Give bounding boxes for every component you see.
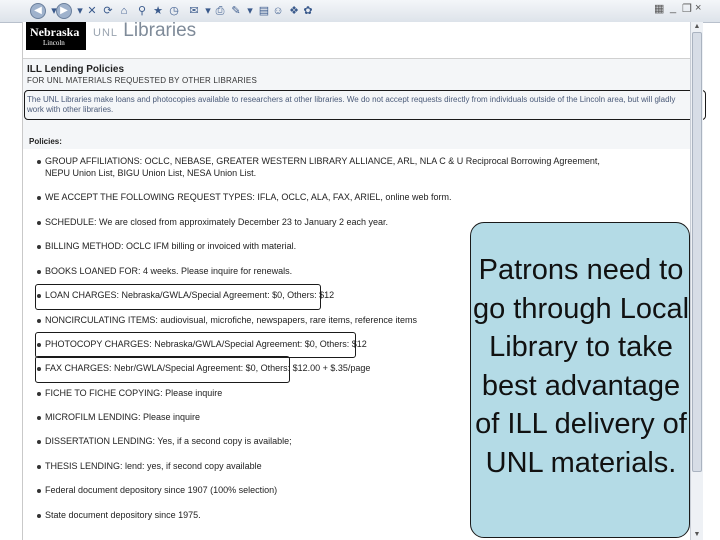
history-icon[interactable]: ◷ (166, 3, 182, 19)
bullet-icon (37, 513, 41, 518)
list-item: MICROFILM LENDING: Please inquire (37, 412, 200, 423)
libraries-label: Libraries (123, 20, 197, 41)
page-title: ILL Lending Policies (27, 64, 125, 75)
bullet-icon (37, 318, 41, 323)
scroll-up-icon[interactable]: ▲ (691, 22, 703, 32)
unl-label: UNL (93, 27, 119, 39)
list-item: NEPU Union List, BIGU Union List, NESA U… (45, 168, 256, 179)
list-item-text: MICROFILM LENDING: Please inquire (45, 412, 201, 422)
bullet-icon (37, 244, 41, 249)
intro-highlight-box (24, 90, 706, 120)
bullet-icon (37, 415, 41, 420)
list-item: BOOKS LOANED FOR: 4 weeks. Please inquir… (37, 266, 292, 277)
bullet-icon (37, 439, 41, 444)
search-icon[interactable]: ⚲ (134, 3, 150, 19)
loan-charges-highlight-box (35, 284, 321, 310)
restore-button[interactable]: ❐ (682, 2, 692, 15)
scrollbar-thumb[interactable] (692, 32, 702, 472)
list-item-text: WE ACCEPT THE FOLLOWING REQUEST TYPES: I… (45, 192, 452, 202)
page-subtitle: FOR UNL MATERIALS REQUESTED BY OTHER LIB… (27, 76, 257, 85)
list-item-text: GROUP AFFILIATIONS: OCLC, NEBASE, GREATE… (45, 156, 600, 166)
callout-text: Patrons need to go through Local Library… (472, 254, 690, 479)
links-icon[interactable]: ✿ (300, 3, 316, 19)
list-item-text: THESIS LENDING: lend: yes, if second cop… (45, 461, 262, 471)
close-button[interactable]: × (695, 2, 701, 14)
list-item-text: SCHEDULE: We are closed from approximate… (45, 217, 388, 227)
list-item: DISSERTATION LENDING: Yes, if a second c… (37, 436, 292, 447)
list-item: Federal document depository since 1907 (… (37, 485, 277, 496)
fax-charges-highlight-box (35, 356, 290, 383)
windows-flag-icon: ▦ (654, 3, 665, 15)
back-icon[interactable]: ◀ (30, 3, 46, 19)
policies-label: Policies: (29, 137, 62, 146)
bullet-icon (37, 269, 41, 274)
bullet-icon (37, 488, 41, 493)
bullet-icon (37, 391, 41, 396)
stop-icon[interactable]: ✕ (84, 3, 100, 19)
nebraska-logo[interactable]: Nebraska Lincoln (26, 22, 86, 50)
list-item: State document depository since 1975. (37, 510, 201, 521)
bullet-icon (37, 195, 41, 200)
list-item: THESIS LENDING: lend: yes, if second cop… (37, 461, 262, 472)
list-item: GROUP AFFILIATIONS: OCLC, NEBASE, GREATE… (37, 156, 600, 167)
list-item-text: BOOKS LOANED FOR: 4 weeks. Please inquir… (45, 266, 293, 276)
photocopy-charges-highlight-box (35, 332, 356, 358)
list-item-text: DISSERTATION LENDING: Yes, if a second c… (45, 436, 292, 446)
list-item: FICHE TO FICHE COPYING: Please inquire (37, 388, 222, 399)
refresh-icon[interactable]: ⟳ (100, 3, 116, 19)
list-item: NONCIRCULATING ITEMS: audiovisual, micro… (37, 315, 417, 326)
callout-box: Patrons need to go through Local Library… (470, 222, 690, 538)
bullet-icon (37, 220, 41, 225)
list-item: WE ACCEPT THE FOLLOWING REQUEST TYPES: I… (37, 192, 451, 203)
list-item: SCHEDULE: We are closed from approximate… (37, 217, 388, 228)
bullet-icon (37, 464, 41, 469)
logo-sub-text: Lincoln (43, 39, 65, 47)
logo-text: Nebraska (30, 25, 80, 39)
forward-icon[interactable]: ▶ (56, 3, 72, 19)
print-icon[interactable]: ⎙ (212, 3, 228, 19)
libraries-title[interactable]: UNL Libraries (93, 20, 196, 42)
list-item-text: Federal document depository since 1907 (… (45, 485, 278, 495)
list-item-text: NONCIRCULATING ITEMS: audiovisual, micro… (45, 315, 417, 325)
list-item-text: NEPU Union List, BIGU Union List, NESA U… (45, 168, 257, 178)
messenger-icon[interactable]: ☺ (270, 3, 286, 19)
list-item-text: BILLING METHOD: OCLC IFM billing or invo… (45, 241, 297, 251)
scroll-down-icon[interactable]: ▼ (691, 530, 703, 540)
site-header: Nebraska Lincoln UNL Libraries (23, 20, 691, 58)
bullet-icon (37, 159, 41, 164)
home-icon[interactable]: ⌂ (116, 3, 132, 19)
minimize-button[interactable]: _ (670, 2, 676, 14)
list-item: BILLING METHOD: OCLC IFM billing or invo… (37, 241, 296, 252)
vertical-scrollbar[interactable]: ▲ ▼ (690, 22, 703, 540)
list-item-text: State document depository since 1975. (45, 510, 201, 520)
favorites-icon[interactable]: ★ (150, 3, 166, 19)
list-item-text: FICHE TO FICHE COPYING: Please inquire (45, 388, 223, 398)
